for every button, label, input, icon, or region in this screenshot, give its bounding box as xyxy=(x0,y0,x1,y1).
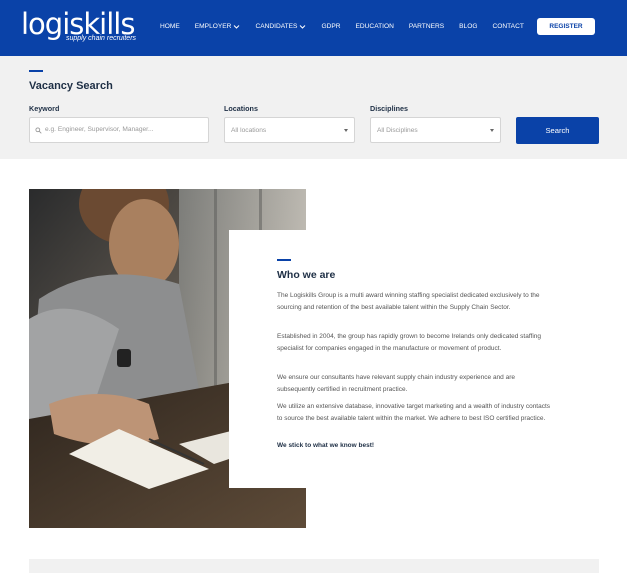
nav-item-label: CONTACT xyxy=(492,23,524,30)
nav-item-label: GDPR xyxy=(321,23,341,30)
logo[interactable]: logiskills supply chain recruiters xyxy=(21,10,141,44)
disciplines-label: Disciplines xyxy=(370,104,408,113)
about-paragraph: The Logiskills Group is a multi award wi… xyxy=(277,292,540,311)
main-nav: HOME EMPLOYER CANDIDATES GDPR EDUCATION … xyxy=(160,20,539,34)
site-header: logiskills supply chain recruiters HOME … xyxy=(0,0,627,56)
search-icon xyxy=(35,127,42,134)
nav-item-partners[interactable]: PARTNERS xyxy=(409,20,444,34)
next-section-band xyxy=(29,559,599,573)
about-tagline: We stick to what we know best! xyxy=(277,442,375,449)
about-paragraph: Established in 2004, the group has rapid… xyxy=(277,333,542,352)
about-title: Who we are xyxy=(277,269,336,281)
locations-selected-value: All locations xyxy=(231,127,267,134)
about-accent-line xyxy=(277,259,291,261)
nav-item-candidates[interactable]: CANDIDATES xyxy=(255,20,306,34)
nav-item-label: BLOG xyxy=(459,23,478,30)
vacancy-search-title: Vacancy Search xyxy=(29,80,113,92)
caret-down-icon xyxy=(490,129,494,132)
disciplines-select[interactable]: All Disciplines xyxy=(370,117,501,143)
nav-item-label: EMPLOYER xyxy=(194,23,232,30)
nav-item-contact[interactable]: CONTACT xyxy=(492,20,523,34)
disciplines-selected-value: All Disciplines xyxy=(377,127,418,134)
search-button[interactable]: Search xyxy=(516,117,599,144)
nav-item-label: HOME xyxy=(160,23,180,30)
title-accent-line xyxy=(29,70,43,72)
nav-item-label: CANDIDATES xyxy=(255,23,298,30)
keyword-placeholder: e.g. Engineer, Supervisor, Manager... xyxy=(45,126,154,133)
nav-item-education[interactable]: EDUCATION xyxy=(356,20,394,34)
chevron-down-icon xyxy=(300,25,306,29)
nav-item-label: EDUCATION xyxy=(355,23,394,30)
locations-label: Locations xyxy=(224,104,258,113)
logo-wordmark: logiskills xyxy=(21,7,135,41)
about-paragraph: We ensure our consultants have relevant … xyxy=(277,374,515,393)
locations-select[interactable]: All locations xyxy=(224,117,355,143)
keyword-label: Keyword xyxy=(29,104,60,113)
nav-item-gdpr[interactable]: GDPR xyxy=(321,20,340,34)
about-paragraph: We utilize an extensive database, innova… xyxy=(277,403,551,422)
register-button[interactable]: REGISTER xyxy=(537,18,595,35)
caret-down-icon xyxy=(344,129,348,132)
nav-item-blog[interactable]: BLOG xyxy=(459,20,477,34)
keyword-input[interactable]: e.g. Engineer, Supervisor, Manager... xyxy=(29,117,209,143)
nav-item-employer[interactable]: EMPLOYER xyxy=(195,20,241,34)
chevron-down-icon xyxy=(234,25,240,29)
nav-item-label: PARTNERS xyxy=(408,23,445,30)
nav-item-home[interactable]: HOME xyxy=(160,20,180,34)
logo-tagline: supply chain recruiters xyxy=(66,35,137,42)
